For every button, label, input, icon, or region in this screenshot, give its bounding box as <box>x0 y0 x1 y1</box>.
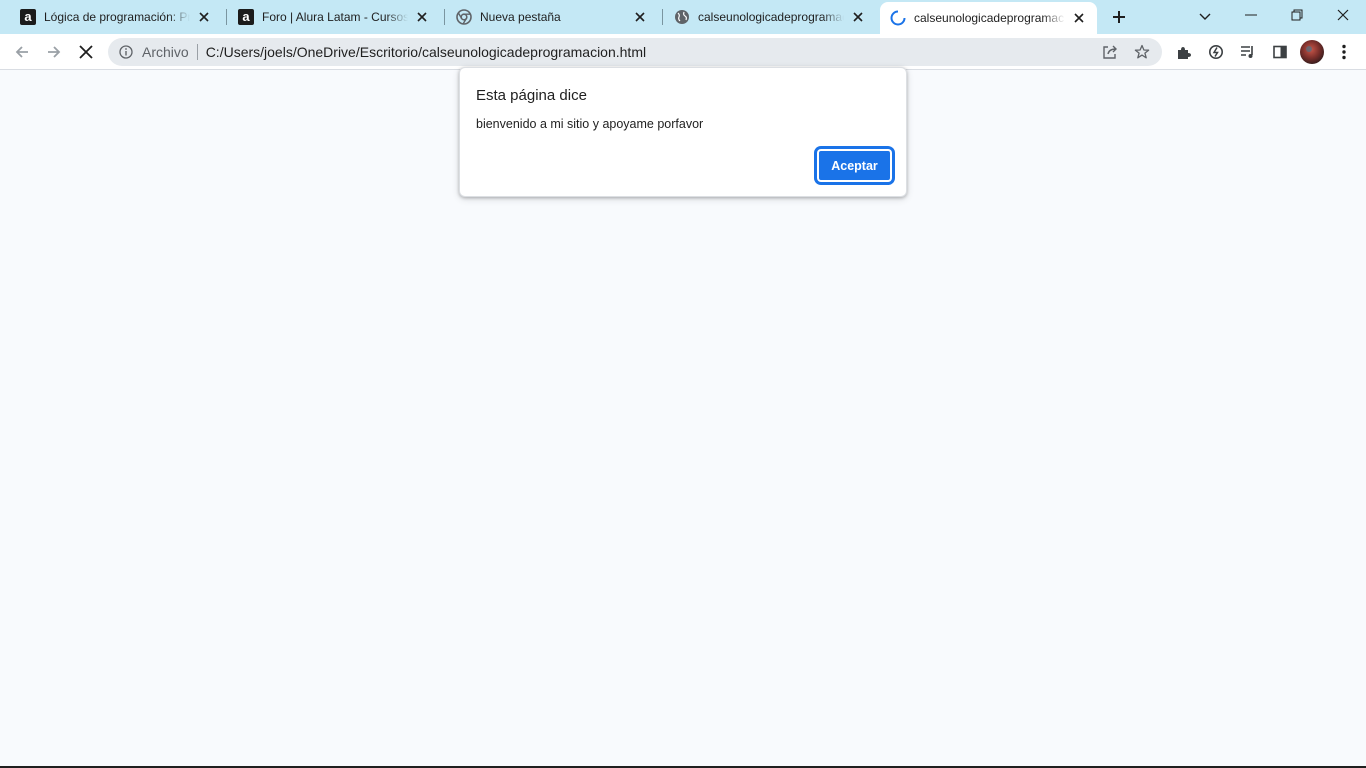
close-icon[interactable] <box>414 9 430 25</box>
side-panel-button[interactable] <box>1266 38 1294 66</box>
stop-loading-button[interactable] <box>72 38 100 66</box>
avatar <box>1300 40 1324 64</box>
chevron-down-icon <box>1199 13 1211 20</box>
tab-strip: a Lógica de programación: Primeros pasos… <box>0 0 1366 34</box>
alura-icon: a <box>20 9 36 25</box>
new-tab-button[interactable] <box>1105 3 1133 31</box>
tab-calseuno-active[interactable]: calseunologicadeprogramacion.html <box>880 2 1097 34</box>
tab-title: Foro | Alura Latam - Cursos online <box>262 10 408 24</box>
dialog-message: bienvenido a mi sitio y apoyame porfavor <box>476 117 704 131</box>
back-button[interactable] <box>8 38 36 66</box>
tab-separator <box>444 9 445 25</box>
restore-button[interactable] <box>1283 1 1311 29</box>
plus-icon <box>1113 11 1125 23</box>
close-icon <box>1337 9 1349 21</box>
tab-title: Nueva pestaña <box>480 10 561 24</box>
tab-separator <box>226 9 227 25</box>
loading-spinner-icon <box>890 10 906 26</box>
arrow-right-icon <box>48 46 61 58</box>
side-panel-icon <box>1273 45 1287 59</box>
minimize-icon <box>1245 14 1257 16</box>
menu-button[interactable] <box>1330 38 1358 66</box>
kebab-menu-icon <box>1342 44 1346 60</box>
close-icon[interactable] <box>1071 10 1087 26</box>
stop-icon <box>79 45 93 59</box>
tab-separator <box>662 9 663 25</box>
divider <box>196 44 198 60</box>
minimize-button[interactable] <box>1237 1 1265 29</box>
performance-button[interactable] <box>1202 38 1230 66</box>
playlist-icon <box>1241 46 1253 58</box>
close-window-button[interactable] <box>1329 1 1357 29</box>
profile-button[interactable] <box>1298 38 1326 66</box>
scheme-label: Archivo <box>142 44 189 60</box>
restore-icon <box>1291 9 1303 21</box>
tab-logica[interactable]: a Lógica de programación: Primeros pasos <box>12 0 220 34</box>
tab-foro[interactable]: a Foro | Alura Latam - Cursos online <box>230 0 438 34</box>
extensions-button[interactable] <box>1170 38 1198 66</box>
tab-title: calseunologicadeprogramacion.html <box>698 10 844 24</box>
close-icon[interactable] <box>196 9 212 25</box>
puzzle-icon <box>1178 47 1191 59</box>
tab-nueva-pestana[interactable]: Nueva pestaña <box>448 0 656 34</box>
alura-icon: a <box>238 9 254 25</box>
tab-title: calseunologicadeprogramacion.html <box>914 11 1065 25</box>
globe-icon <box>674 9 690 25</box>
share-icon[interactable] <box>1098 40 1122 64</box>
speedometer-icon <box>1209 45 1223 59</box>
close-icon[interactable] <box>850 9 866 25</box>
forward-button[interactable] <box>40 38 68 66</box>
info-icon[interactable] <box>118 44 134 60</box>
alert-dialog: Esta página dice bienvenido a mi sitio y… <box>459 67 907 197</box>
tab-search-button[interactable] <box>1191 3 1219 31</box>
arrow-left-icon <box>15 46 28 58</box>
close-icon[interactable] <box>632 9 648 25</box>
media-control-button[interactable] <box>1234 38 1262 66</box>
url-text[interactable]: C:/Users/joels/OneDrive/Escritorio/calse… <box>206 44 1098 60</box>
chrome-icon <box>456 9 472 25</box>
tab-calseuno-1[interactable]: calseunologicadeprogramacion.html <box>666 0 874 34</box>
bookmark-star-icon[interactable] <box>1130 40 1154 64</box>
accept-button[interactable]: Aceptar <box>817 149 892 182</box>
dialog-title: Esta página dice <box>476 87 587 104</box>
address-bar[interactable]: Archivo C:/Users/joels/OneDrive/Escritor… <box>108 38 1162 66</box>
browser-toolbar: Archivo C:/Users/joels/OneDrive/Escritor… <box>0 34 1366 70</box>
tab-title: Lógica de programación: Primeros pasos <box>44 10 190 24</box>
